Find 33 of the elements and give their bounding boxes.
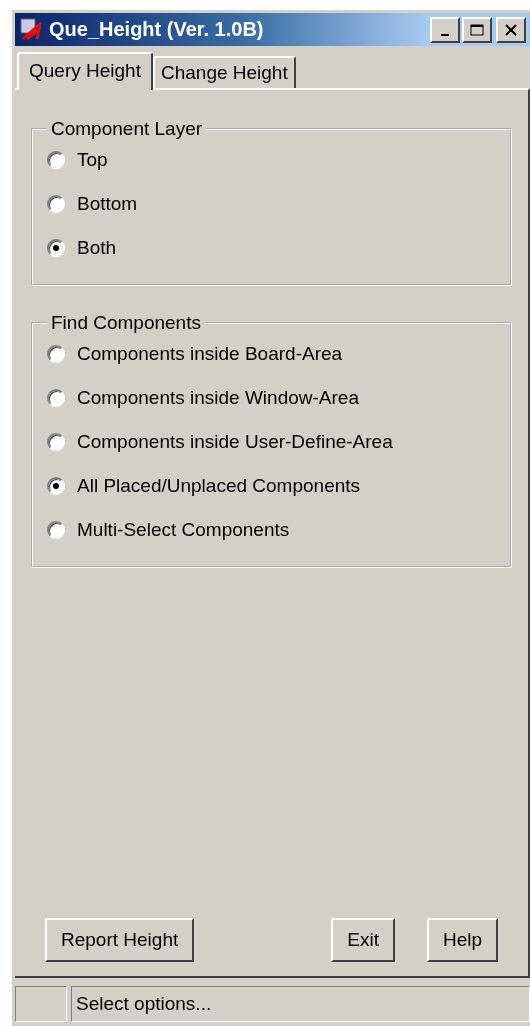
radio-button[interactable]: [47, 345, 65, 363]
radio-button[interactable]: [47, 521, 65, 539]
status-text: Select options...: [71, 986, 530, 1022]
radio-label[interactable]: Top: [77, 149, 108, 171]
radio-label[interactable]: Multi-Select Components: [77, 519, 290, 541]
radio-button[interactable]: [47, 477, 65, 495]
maximize-icon: [470, 23, 484, 36]
radio-button[interactable]: [47, 195, 65, 213]
radio-label[interactable]: Components inside User-Define-Area: [77, 431, 393, 453]
tab[interactable]: Query Height: [17, 52, 153, 90]
radio-button[interactable]: [47, 151, 65, 169]
radio-label[interactable]: Components inside Board-Area: [77, 343, 343, 365]
group-title: Component Layer: [50, 118, 204, 140]
dialog-button[interactable]: Report Height: [45, 918, 195, 962]
radio-button[interactable]: [47, 433, 65, 451]
group-title: Find Components: [50, 312, 202, 334]
tab[interactable]: Change Height: [152, 56, 296, 88]
window-title: Que_Height (Ver. 1.0B): [49, 18, 265, 41]
dialog-button[interactable]: Exit: [331, 918, 395, 962]
radio-button[interactable]: [47, 389, 65, 407]
radio-button[interactable]: [47, 239, 65, 257]
status-pane: [15, 986, 67, 1022]
close-icon: [504, 23, 518, 36]
radio-label[interactable]: Bottom: [77, 193, 138, 215]
dialog-button[interactable]: Help: [426, 918, 498, 962]
radio-label[interactable]: Both: [77, 237, 117, 259]
minimize-icon: [441, 33, 449, 36]
minimize-button[interactable]: [430, 16, 460, 43]
close-button[interactable]: [496, 16, 526, 43]
app-icon: [19, 16, 45, 43]
radio-label[interactable]: Components inside Window-Area: [77, 387, 359, 409]
maximize-button[interactable]: [462, 16, 492, 43]
radio-label[interactable]: All Placed/Unplaced Components: [77, 475, 361, 497]
